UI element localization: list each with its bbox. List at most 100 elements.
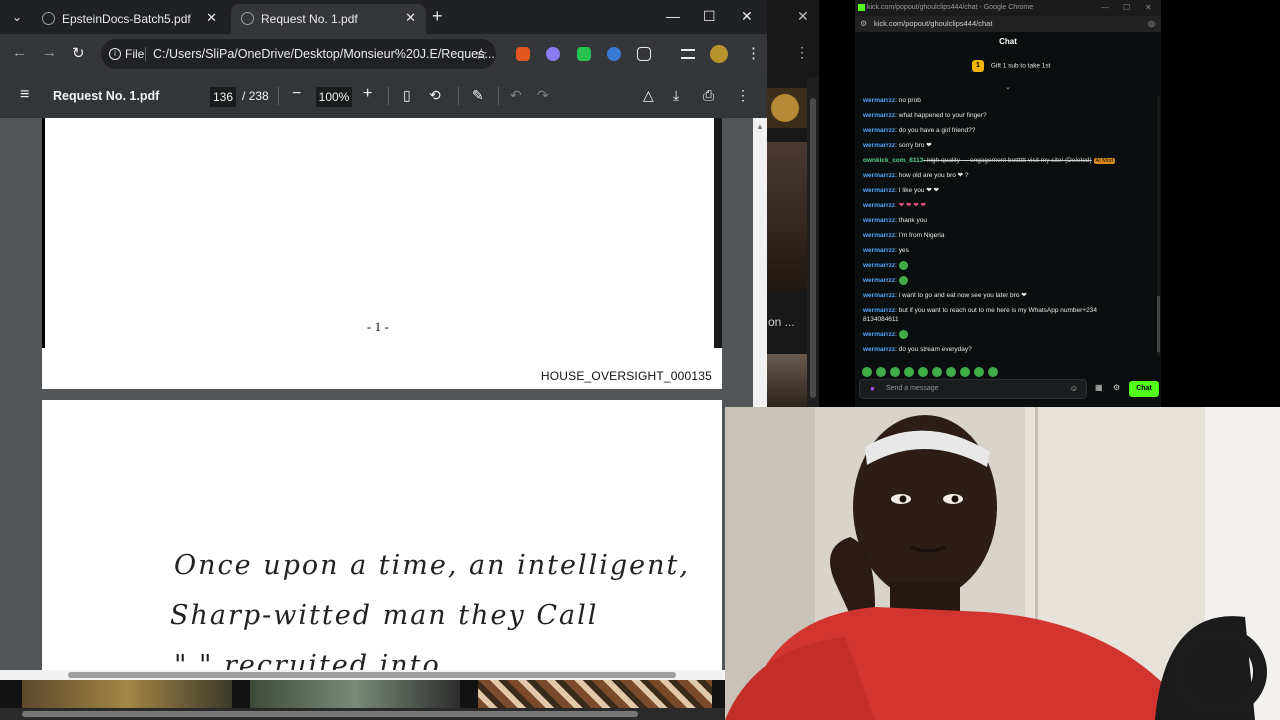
chat-message[interactable]: wermarrzz: yes: [863, 246, 1133, 255]
browser-menu-icon[interactable]: ⋮: [746, 44, 761, 62]
emote-icon[interactable]: [988, 367, 998, 377]
emote-icon[interactable]: [946, 367, 956, 377]
emote-icon[interactable]: [904, 367, 914, 377]
emote-icon[interactable]: [890, 367, 900, 377]
chat-username[interactable]: wermarrzz: [863, 331, 895, 338]
forward-button[interactable]: →: [42, 44, 57, 61]
tab-search-icon[interactable]: ⌄: [6, 6, 28, 28]
print-icon[interactable]: ⎙: [703, 87, 714, 104]
emote-icon[interactable]: [918, 367, 928, 377]
chat-username[interactable]: wermarrzz: [863, 112, 895, 119]
chat-username[interactable]: wermarrzz: [863, 142, 895, 149]
reload-button[interactable]: ↻: [72, 44, 85, 62]
scroll-up-icon[interactable]: ▲: [756, 122, 764, 131]
zoom-out-button[interactable]: −: [292, 85, 301, 103]
new-tab-button[interactable]: +: [432, 6, 443, 27]
video-thumbnail[interactable]: [22, 680, 232, 708]
site-settings-icon[interactable]: ⚙: [860, 16, 867, 32]
zoom-level-input[interactable]: 100%: [316, 87, 352, 107]
chat-message[interactable]: wermarrzz: but if you want to reach out …: [863, 306, 1133, 315]
chat-username[interactable]: wermarrzz: [863, 307, 895, 314]
zoom-in-button[interactable]: +: [363, 85, 372, 103]
drive-save-icon[interactable]: △: [643, 87, 654, 104]
site-info-chip[interactable]: i File: [109, 45, 144, 63]
minimize-button[interactable]: —: [666, 8, 680, 24]
game-extension-icon[interactable]: [577, 47, 591, 61]
chat-message-deleted[interactable]: ownkick_com_8113: high quality → engagem…: [863, 156, 1133, 166]
microphone-icon[interactable]: ●: [870, 380, 875, 398]
chat-message[interactable]: wermarrzz:: [863, 261, 1133, 270]
video-thumbnail[interactable]: [767, 142, 807, 290]
video-thumbnail[interactable]: [767, 88, 807, 128]
gift-sub-banner[interactable]: 1 Gift 1 sub to take 1st: [972, 60, 1050, 72]
scrollbar-thumb[interactable]: [22, 711, 638, 717]
pdf-horizontal-scrollbar[interactable]: [0, 670, 725, 680]
chat-username[interactable]: wermarrzz: [863, 217, 895, 224]
emoji-picker-icon[interactable]: ☺: [1070, 380, 1078, 398]
extensions-puzzle-icon[interactable]: [637, 47, 651, 61]
maximize-button[interactable]: ☐: [703, 8, 716, 25]
annotate-pen-icon[interactable]: ✎: [472, 87, 484, 104]
metamask-extension-icon[interactable]: [516, 47, 530, 61]
chat-username[interactable]: wermarrzz: [863, 292, 895, 299]
store-icon[interactable]: ▦: [1095, 383, 1103, 392]
scrollbar-thumb[interactable]: [810, 98, 816, 398]
scrollbar-thumb[interactable]: [68, 672, 676, 678]
media-control-icon[interactable]: [681, 49, 695, 59]
video-thumbnail[interactable]: [478, 680, 712, 708]
chat-username[interactable]: wermarrzz: [863, 187, 895, 194]
chat-message[interactable]: wermarrzz: how old are you bro ❤ ?: [863, 171, 1133, 180]
undo-icon[interactable]: ↶: [510, 87, 522, 104]
video-thumbnail[interactable]: [250, 680, 460, 708]
redo-icon[interactable]: ↷: [537, 87, 549, 104]
chat-message[interactable]: wermarrzz:: [863, 276, 1133, 285]
chat-url-bar[interactable]: ⚙ kick.com/popout/ghoulclips444/chat ◎: [855, 16, 1161, 32]
send-chat-button[interactable]: Chat: [1129, 381, 1159, 397]
chat-username[interactable]: wermarrzz: [863, 127, 895, 134]
background-scrollbar[interactable]: [807, 78, 819, 408]
chat-username[interactable]: wermarrzz: [863, 232, 895, 239]
chat-username[interactable]: wermarrzz: [863, 262, 895, 269]
maximize-button[interactable]: ☐: [1123, 0, 1130, 16]
chat-message[interactable]: wermarrzz: do you stream everyday?: [863, 345, 1133, 354]
scrollbar-thumb[interactable]: [1157, 296, 1160, 352]
chat-username[interactable]: wermarrzz: [863, 277, 895, 284]
chat-username[interactable]: wermarrzz: [863, 346, 895, 353]
chat-message[interactable]: wermarrzz: ❤ ❤ ❤ ❤: [863, 201, 1133, 210]
download-icon[interactable]: ⤓: [673, 87, 679, 104]
emote-icon[interactable]: [932, 367, 942, 377]
chat-message[interactable]: wermarrzz: i want to go and eat now see …: [863, 291, 1133, 300]
chat-message-continuation[interactable]: 8134084611: [863, 315, 1133, 324]
emote-icon[interactable]: [862, 367, 872, 377]
phantom-extension-icon[interactable]: [546, 47, 560, 61]
bookmark-star-icon[interactable]: ☆: [475, 45, 488, 63]
sidebar-menu-icon[interactable]: ≡: [20, 86, 29, 104]
fit-page-icon[interactable]: ▯: [403, 87, 411, 104]
chat-message[interactable]: wermarrzz: no prob: [863, 96, 1133, 105]
close-window-button[interactable]: ✕: [1145, 0, 1152, 16]
chat-message[interactable]: wermarrzz: do you have a girl friend??: [863, 126, 1133, 135]
rotate-icon[interactable]: ⟲: [429, 87, 441, 104]
close-window-button[interactable]: ✕: [741, 8, 753, 25]
chat-username[interactable]: wermarrzz: [863, 202, 895, 209]
bottom-scrollbar[interactable]: [0, 708, 725, 720]
chat-username[interactable]: ownkick_com_8113: [863, 157, 923, 164]
emote-icon[interactable]: [876, 367, 886, 377]
emote-icon[interactable]: [960, 367, 970, 377]
video-thumbnail[interactable]: [767, 354, 807, 407]
tab-request-no-1[interactable]: Request No. 1.pdf ✕: [231, 4, 426, 34]
chat-settings-gear-icon[interactable]: ⚙: [1113, 383, 1120, 392]
profile-avatar[interactable]: [710, 45, 728, 63]
tab-close-icon[interactable]: ✕: [206, 10, 217, 26]
more-options-icon[interactable]: ⋮: [736, 87, 750, 104]
vpn-extension-icon[interactable]: [607, 47, 621, 61]
background-menu-icon[interactable]: ⋮: [795, 44, 809, 61]
chat-message[interactable]: wermarrzz: I like you ❤ ❤: [863, 186, 1133, 195]
pdf-viewport[interactable]: - 1 - HOUSE_OVERSIGHT_000135 Once upon a…: [0, 118, 753, 670]
emote-icon[interactable]: [974, 367, 984, 377]
chat-username[interactable]: wermarrzz: [863, 247, 895, 254]
tab-close-icon[interactable]: ✕: [405, 10, 416, 26]
chat-username[interactable]: wermarrzz: [863, 97, 895, 104]
chat-message[interactable]: wermarrzz:: [863, 330, 1133, 339]
chat-message-input[interactable]: ● Send a message ☺: [859, 379, 1087, 399]
